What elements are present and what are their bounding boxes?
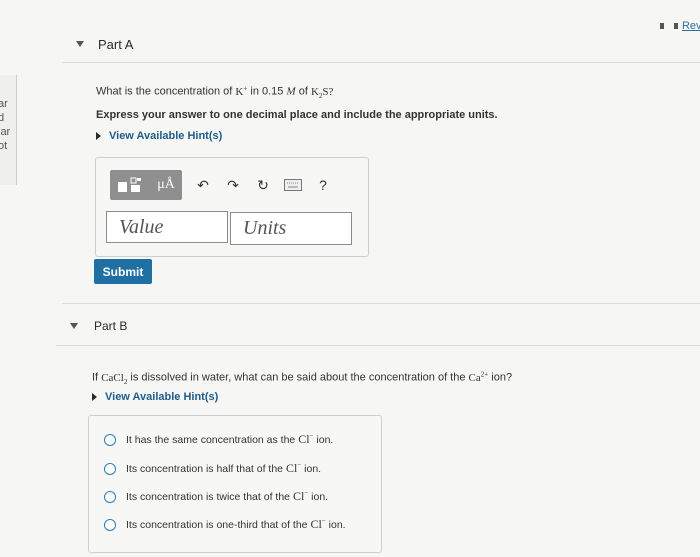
value-input[interactable]: Value [106,211,228,243]
option-3[interactable]: Its concentration is twice that of the C… [104,489,328,504]
units-input[interactable]: Units [230,212,352,245]
question-prefix: What is the concentration of [96,85,233,98]
option-4[interactable]: Its concentration is one-third that of t… [104,517,346,532]
expand-arrow-icon [92,393,97,402]
part-b-question: If CaCl2 is dissolved in water, what can… [92,370,512,386]
hint-label: View Available Hint(s) [105,391,219,403]
ion-ca: Ca2+ [468,370,489,384]
part-a-hint-link[interactable]: View Available Hint(s) [96,130,222,142]
radio-option-3[interactable] [104,490,116,503]
review-label: Revi [681,20,700,32]
left-fragment-4: ot [0,140,8,152]
question-end-b: ion? [491,371,513,384]
part-b-top-divider [62,303,700,304]
part-b-divider [56,345,700,346]
keyboard-icon[interactable] [278,170,308,200]
part-a-title: Part A [98,37,134,52]
left-fragment-1: ar [0,98,8,110]
radio-option-2[interactable] [104,462,116,475]
left-fragment-3: lar [0,126,11,138]
option-2[interactable]: Its concentration is half that of the Cl… [104,461,321,476]
reset-icon[interactable]: ↻ [248,170,278,200]
review-icon [659,23,678,30]
part-a-collapse-icon[interactable] [76,41,84,47]
left-fragment-2: d [0,112,5,124]
compound-cacl2: CaCl2 [101,371,128,386]
option-1-text: It has the same concentration as the Cl−… [126,432,334,446]
option-3-text: Its concentration is twice that of the C… [126,489,329,503]
submit-button[interactable]: Submit [94,259,152,284]
review-link[interactable]: Revi [659,20,700,32]
templates-button[interactable] [110,170,150,200]
expand-arrow-icon [96,132,101,141]
undo-icon[interactable]: ↶ [188,170,218,200]
question-mid-b: is dissolved in water, what can be said … [130,371,466,384]
part-a-question: What is the concentration of K+ in 0.15 … [96,84,333,100]
left-divider [16,75,17,185]
equation-toolbar: μÅ ↶ ↷ ↻ ? [110,168,338,202]
part-b-title: Part B [94,319,128,333]
ion-k: K+ [235,84,248,98]
compound-k2s: K2S? [310,85,334,100]
template-tool-group: μÅ [110,170,182,200]
left-panel-fragment: ar d lar ot [0,75,16,185]
units-symbol-button[interactable]: μÅ [150,170,182,200]
part-a-divider [62,62,700,63]
molar-unit: M [286,85,296,98]
option-1[interactable]: It has the same concentration as the Cl−… [104,432,333,447]
hint-label: View Available Hint(s) [109,130,223,142]
radio-option-1[interactable] [104,433,116,446]
radio-option-4[interactable] [104,518,116,531]
option-4-text: Its concentration is one-third that of t… [126,517,346,531]
part-b-collapse-icon[interactable] [70,323,78,329]
keyboard-icon-shape [284,179,302,191]
redo-icon[interactable]: ↷ [218,170,248,200]
part-b-hint-link[interactable]: View Available Hint(s) [92,391,218,403]
templates-icon [118,177,141,192]
question-of: of [298,85,308,98]
part-a-instruction: Express your answer to one decimal place… [96,109,498,121]
question-prefix-b: If [92,371,99,384]
option-2-text: Its concentration is half that of the Cl… [126,461,322,475]
question-mid: in 0.15 [250,85,284,98]
help-button[interactable]: ? [308,170,338,200]
